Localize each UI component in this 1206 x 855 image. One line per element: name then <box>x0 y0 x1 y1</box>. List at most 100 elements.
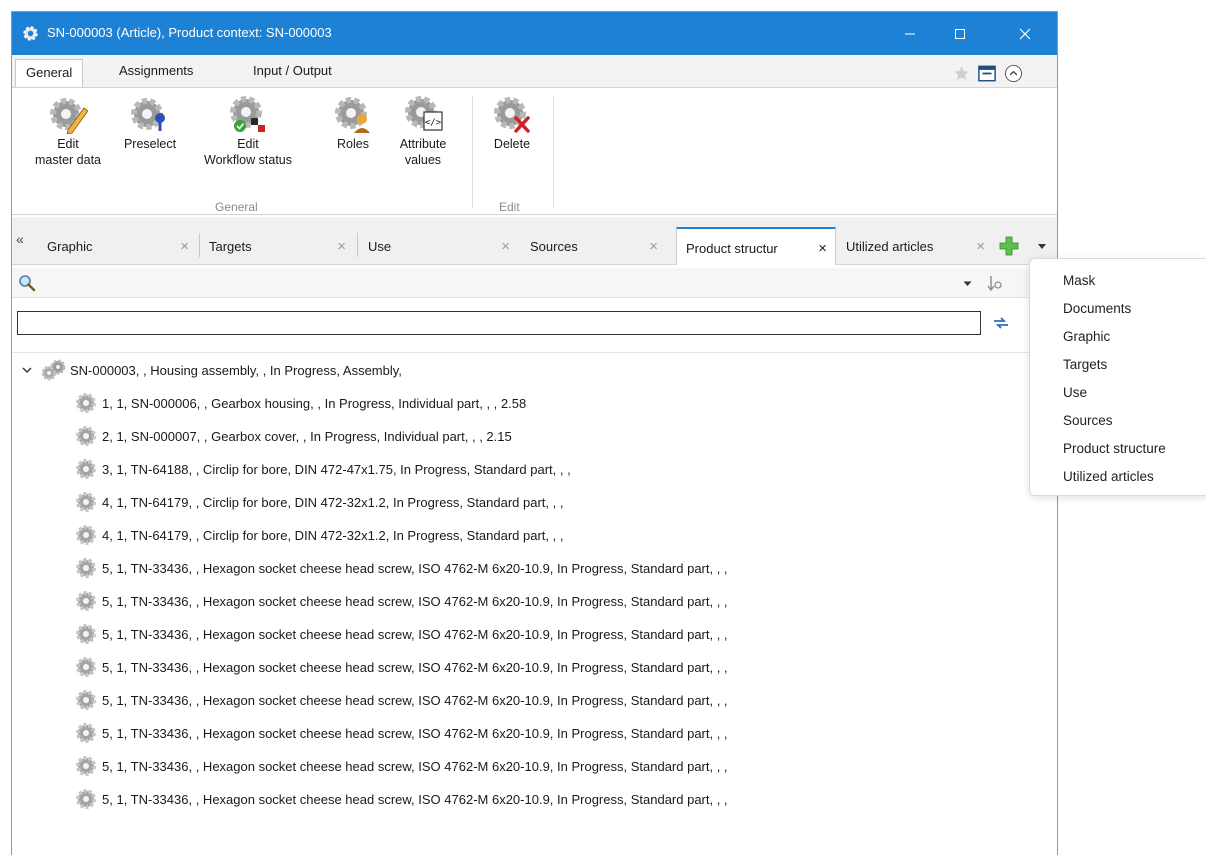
tree-child-node[interactable]: 5, 1, TN-33436, , Hexagon socket cheese … <box>74 718 728 748</box>
tree-child-node[interactable]: 4, 1, TN-64179, , Circlip for bore, DIN … <box>74 487 563 517</box>
tree-node-label: 1, 1, SN-000006, , Gearbox housing, , In… <box>102 395 527 411</box>
menu-item-use[interactable]: Use <box>1063 385 1087 400</box>
close-tab-icon[interactable]: × <box>649 238 658 255</box>
delete-label: Delete <box>493 137 531 151</box>
part-gear-icon <box>76 459 96 479</box>
tree-node-label: 5, 1, TN-33436, , Hexagon socket cheese … <box>102 725 728 741</box>
tab-sources[interactable]: Sources × <box>502 227 666 265</box>
tree-node-label: 2, 1, SN-000007, , Gearbox cover, , In P… <box>102 428 512 444</box>
filter-input[interactable] <box>17 311 981 335</box>
tree-node-label: 5, 1, TN-33436, , Hexagon socket cheese … <box>102 758 728 774</box>
part-gear-icon <box>76 657 96 677</box>
tab-targets[interactable]: Targets × <box>200 227 354 265</box>
tree-node-label: 4, 1, TN-64179, , Circlip for bore, DIN … <box>102 494 564 510</box>
menu-item-mask[interactable]: Mask <box>1063 273 1095 288</box>
gear-person-icon <box>335 97 370 133</box>
minimize-icon <box>905 33 915 34</box>
tree-child-node[interactable]: 5, 1, TN-33436, , Hexagon socket cheese … <box>74 586 728 616</box>
close-button[interactable] <box>1002 12 1048 55</box>
tree-child-node[interactable]: 5, 1, TN-33436, , Hexagon socket cheese … <box>74 652 728 682</box>
tree-child-node[interactable]: 4, 1, TN-64179, , Circlip for bore, DIN … <box>74 520 563 550</box>
part-gear-icon <box>76 723 96 743</box>
part-gear-icon <box>76 525 96 545</box>
menu-item-utilized-articles[interactable]: Utilized articles <box>1063 469 1154 484</box>
menu-item-graphic[interactable]: Graphic <box>1063 329 1110 344</box>
close-tab-icon[interactable]: × <box>337 238 346 255</box>
gear-code-icon: </> <box>405 96 443 131</box>
part-gear-icon <box>76 558 96 578</box>
tree-node-label: 5, 1, TN-33436, , Hexagon socket cheese … <box>102 659 728 675</box>
gear-delete-icon <box>494 97 530 133</box>
ribbon-tab-general[interactable]: General <box>15 59 84 87</box>
sort-icon[interactable] <box>986 274 1004 292</box>
search-options-dropdown-icon[interactable] <box>963 281 972 287</box>
assembly-gear-icon <box>41 359 66 381</box>
refresh-filter-icon[interactable] <box>992 315 1010 331</box>
ribbon-group-divider <box>472 96 473 208</box>
tree-node-label: 5, 1, TN-33436, , Hexagon socket cheese … <box>102 791 728 807</box>
tree-child-node[interactable]: 5, 1, TN-33436, , Hexagon socket cheese … <box>74 751 728 781</box>
search-toolbar <box>12 268 1057 298</box>
tree-node-label: 3, 1, TN-64188, , Circlip for bore, DIN … <box>102 461 571 477</box>
roles-button[interactable]: Roles <box>330 94 376 152</box>
tree-node-label: 5, 1, TN-33436, , Hexagon socket cheese … <box>102 593 728 609</box>
tab-targets-label: Targets <box>209 239 252 254</box>
collapse-ribbon-icon[interactable] <box>1004 64 1023 83</box>
edit-master-data-label: master data <box>34 153 101 167</box>
ribbon-tab-assignments[interactable]: Assignments <box>119 63 193 78</box>
gear-pencil-icon <box>50 98 88 134</box>
window-title: SN-000003 (Article), Product context: SN… <box>47 25 332 40</box>
menu-item-product-structure[interactable]: Product structure <box>1063 441 1166 456</box>
article-window: SN-000003 (Article), Product context: SN… <box>11 11 1058 855</box>
close-icon <box>1019 28 1031 39</box>
delete-button[interactable]: Delete <box>484 94 540 152</box>
tab-use-label: Use <box>368 239 392 254</box>
tab-product-structure[interactable]: Product structur × <box>676 227 836 265</box>
tree-root-node[interactable]: SN-000003, , Housing assembly, , In Prog… <box>20 355 402 385</box>
preselect-button[interactable]: Preselect <box>122 94 178 152</box>
menu-item-sources[interactable]: Sources <box>1063 413 1113 428</box>
menu-item-targets[interactable]: Targets <box>1063 357 1107 372</box>
tab-utilized-articles[interactable]: Utilized articles × <box>838 227 993 265</box>
maximize-button[interactable] <box>937 12 983 55</box>
edit-master-data-button[interactable]: Edit master data <box>22 94 114 168</box>
tab-graphic[interactable]: Graphic × <box>35 227 197 265</box>
search-icon[interactable] <box>18 274 36 292</box>
chevron-down-icon[interactable] <box>20 363 34 377</box>
tree-child-node[interactable]: 2, 1, SN-000007, , Gearbox cover, , In P… <box>74 421 512 451</box>
tree-child-node[interactable]: 1, 1, SN-000006, , Gearbox housing, , In… <box>74 388 526 418</box>
tab-use[interactable]: Use × <box>358 227 518 265</box>
minimize-button[interactable] <box>887 12 933 55</box>
tree-child-node[interactable]: 5, 1, TN-33436, , Hexagon socket cheese … <box>74 619 728 649</box>
edit-workflow-status-button[interactable]: Edit Workflow status <box>192 94 304 168</box>
tree-child-node[interactable]: 5, 1, TN-33436, , Hexagon socket cheese … <box>74 685 728 715</box>
close-tab-icon[interactable]: × <box>180 238 189 255</box>
tree-node-label: 4, 1, TN-64179, , Circlip for bore, DIN … <box>102 527 564 543</box>
window-layout-icon[interactable] <box>978 65 996 82</box>
scroll-tabs-left-icon[interactable]: « <box>16 231 24 247</box>
group-label-edit: Edit <box>499 200 520 214</box>
ribbon-tab-bar: General Assignments Input / Output <box>12 55 1057 87</box>
tree-child-node[interactable]: 3, 1, TN-64188, , Circlip for bore, DIN … <box>74 454 571 484</box>
tab-sources-label: Sources <box>530 239 578 254</box>
attribute-values-button[interactable]: </> Attribute values <box>388 94 458 168</box>
close-tab-icon[interactable]: × <box>818 240 827 257</box>
menu-item-documents[interactable]: Documents <box>1063 301 1131 316</box>
part-gear-icon <box>76 789 96 809</box>
tab-graphic-label: Graphic <box>47 239 93 254</box>
add-tab-icon[interactable] <box>999 236 1019 256</box>
part-gear-icon <box>76 393 96 413</box>
close-tab-icon[interactable]: × <box>976 238 985 255</box>
part-gear-icon <box>76 690 96 710</box>
tree-child-node[interactable]: 5, 1, TN-33436, , Hexagon socket cheese … <box>74 553 728 583</box>
roles-label: Roles <box>337 137 369 151</box>
ribbon-tab-input-output[interactable]: Input / Output <box>253 63 332 78</box>
tab-list-dropdown-menu: Mask Documents Graphic Targets Use Sourc… <box>1029 258 1206 496</box>
tab-list-dropdown-icon[interactable] <box>1037 243 1047 251</box>
gear-app-icon <box>23 26 38 41</box>
star-icon[interactable] <box>953 65 970 82</box>
tree-child-node[interactable]: 5, 1, TN-33436, , Hexagon socket cheese … <box>74 784 728 814</box>
ribbon-group-divider <box>553 96 554 208</box>
part-gear-icon <box>76 624 96 644</box>
group-label-general: General <box>215 200 258 214</box>
